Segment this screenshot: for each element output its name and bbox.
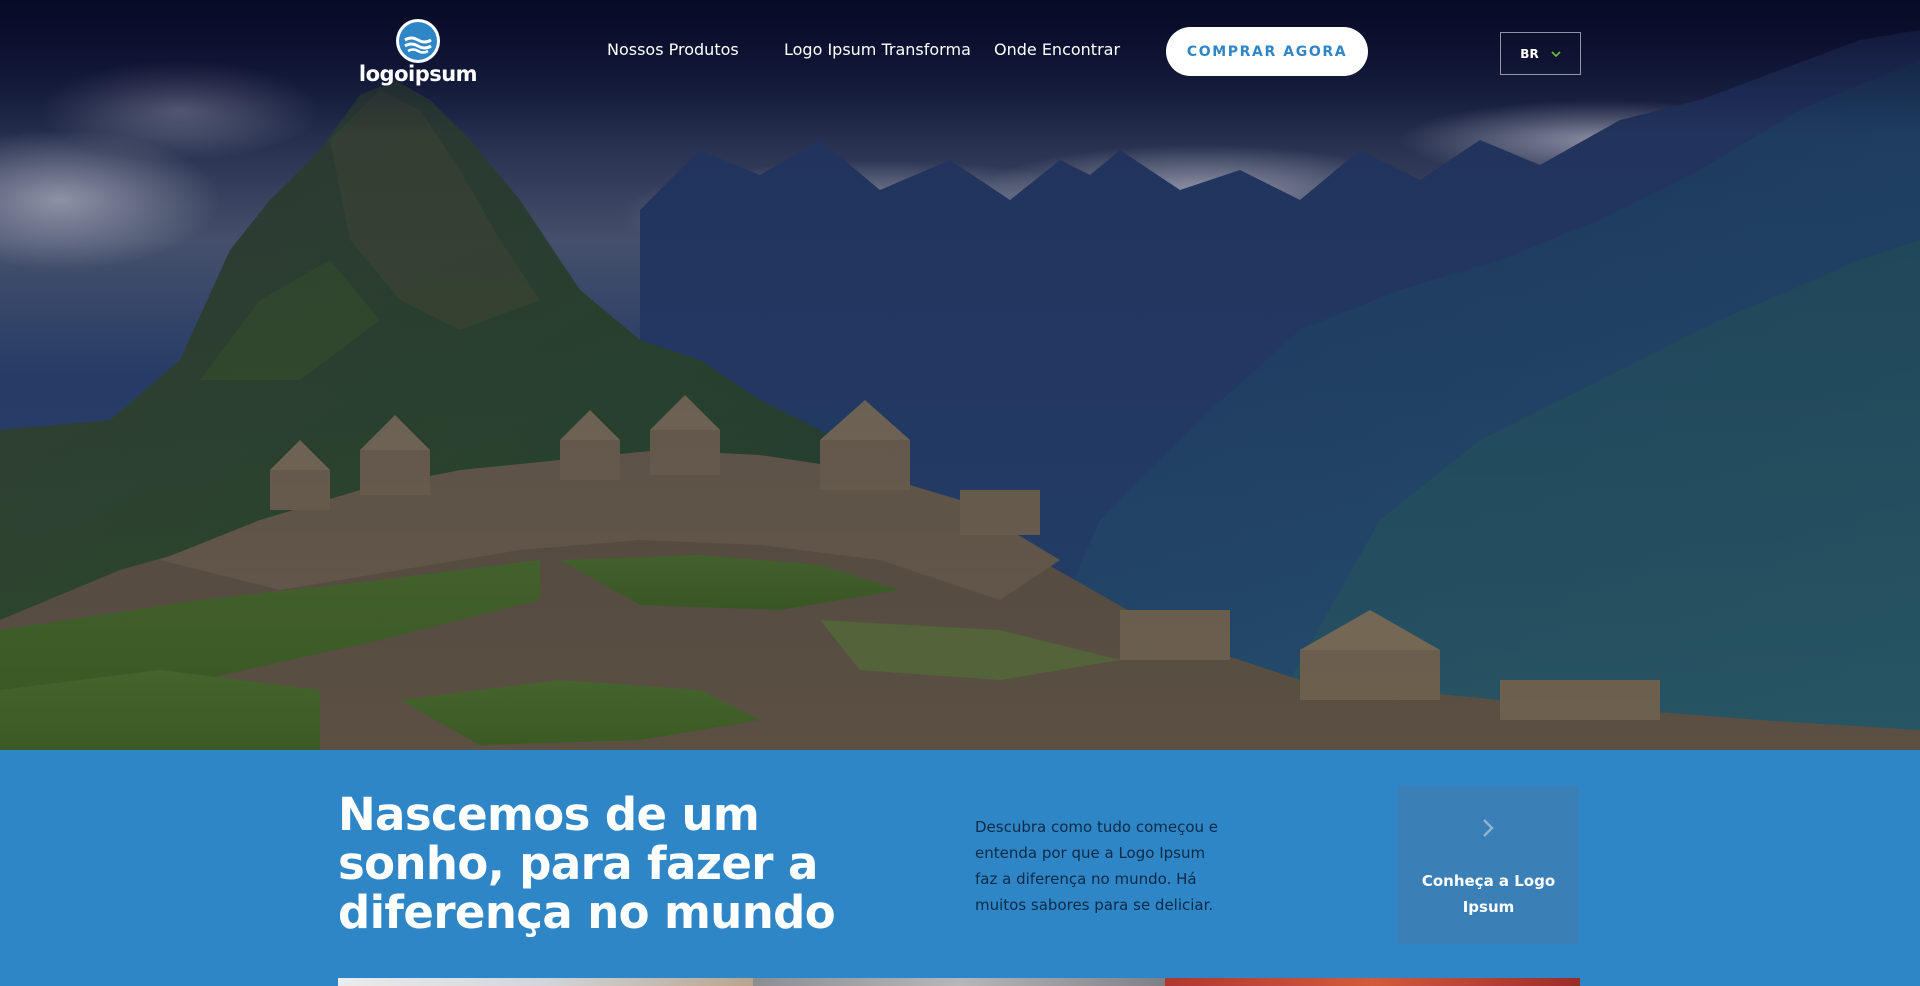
logo-wave-icon: [396, 19, 440, 63]
nav-link-logo-ipsum-transforma[interactable]: Logo Ipsum Transforma: [784, 40, 971, 59]
gallery-thumb-2[interactable]: [753, 978, 1165, 986]
logo-text: logoipsum: [358, 62, 478, 86]
intro-description: Descubra como tudo começou e entenda por…: [975, 818, 1219, 914]
site-header: logoipsum Nossos Produtos Logo Ipsum Tra…: [0, 0, 1920, 104]
intro-title: Nascemos de um sonho, para fazer a difer…: [338, 788, 836, 939]
buy-now-button[interactable]: COMPRAR AGORA: [1166, 27, 1368, 76]
language-selected: BR: [1520, 46, 1539, 61]
intro-section: Nascemos de um sonho, para fazer a difer…: [0, 750, 1920, 986]
chevron-down-icon: [1551, 50, 1561, 57]
chevron-right-icon: [1483, 819, 1494, 837]
language-selector[interactable]: BR: [1500, 32, 1581, 75]
gallery-strip: [338, 978, 1580, 986]
brand-logo[interactable]: logoipsum: [358, 18, 478, 90]
about-card-button[interactable]: Conheça a Logo Ipsum: [1398, 786, 1579, 944]
gallery-thumb-3[interactable]: [1165, 978, 1580, 986]
about-card-label: Conheça a Logo Ipsum: [1421, 872, 1556, 916]
hero-banner: [0, 0, 1920, 750]
nav-link-nossos-produtos[interactable]: Nossos Produtos: [607, 40, 739, 59]
hero-mountain-image: [0, 0, 1920, 750]
nav-link-onde-encontrar[interactable]: Onde Encontrar: [994, 40, 1120, 59]
gallery-thumb-1[interactable]: [338, 978, 753, 986]
